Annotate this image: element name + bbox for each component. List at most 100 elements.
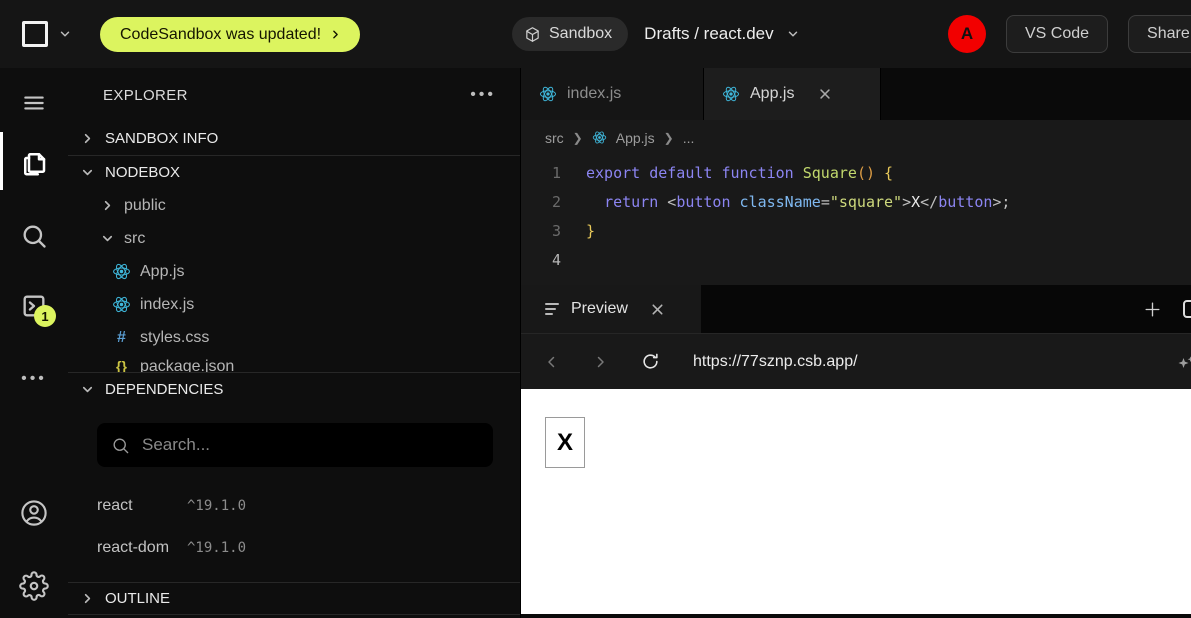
editor-breadcrumb[interactable]: src ❯ App.js ❯ ... — [521, 120, 1191, 155]
files-icon[interactable] — [0, 138, 68, 188]
tree-item-package-json[interactable]: {} package.json — [68, 354, 520, 372]
dependency-version: ^19.1.0 — [187, 498, 246, 514]
code-token: </ — [920, 193, 938, 211]
search-icon[interactable] — [0, 213, 68, 259]
section-label: NODEBOX — [105, 164, 180, 181]
code-token: X — [911, 193, 920, 211]
forward-button[interactable] — [583, 345, 617, 379]
code-token: > — [902, 193, 911, 211]
sandbox-badge-label: Sandbox — [549, 25, 612, 43]
search-icon — [111, 436, 130, 455]
terminal-icon[interactable]: 1 — [0, 283, 68, 329]
add-preview-icon[interactable] — [1143, 300, 1162, 319]
back-button[interactable] — [535, 345, 569, 379]
topbar-right: A VS Code Share — [948, 0, 1191, 68]
code-token: { — [884, 164, 893, 182]
react-file-icon — [112, 262, 131, 281]
share-button[interactable]: Share — [1128, 15, 1191, 53]
tree-item-label: App.js — [140, 263, 184, 281]
tree-item-index-js[interactable]: index.js — [68, 288, 520, 321]
close-icon[interactable] — [818, 87, 832, 101]
dependency-search — [97, 423, 493, 467]
workbench: index.js App.js src ❯ App.js ❯ ... 1expor… — [521, 68, 1191, 618]
code-token — [731, 193, 740, 211]
dependency-react[interactable]: react ^19.1.0 — [68, 485, 520, 527]
code-token: className — [740, 193, 821, 211]
line-number: 2 — [521, 193, 586, 211]
section-sandbox-info[interactable]: SANDBOX INFO — [68, 122, 520, 155]
dependency-search-input[interactable] — [142, 435, 479, 455]
chevron-down-icon — [100, 231, 115, 246]
update-banner-button[interactable]: CodeSandbox was updated! — [100, 17, 360, 52]
more-actions-icon[interactable]: ••• — [0, 356, 68, 402]
chevron-right-icon — [80, 131, 95, 146]
tree-item-public[interactable]: public — [68, 189, 520, 222]
settings-gear-icon[interactable] — [0, 563, 68, 609]
editor-tab-index-js[interactable]: index.js — [521, 68, 704, 120]
preview-url[interactable]: https://77sznp.csb.app/ — [693, 353, 1191, 371]
topbar-center: Sandbox Drafts / react.dev — [512, 0, 800, 68]
section-dependencies[interactable]: DEPENDENCIES — [68, 373, 520, 406]
code-token: button — [676, 193, 730, 211]
code-token — [586, 193, 604, 211]
terminal-badge: 1 — [34, 305, 56, 327]
tree-item-label: public — [124, 197, 166, 215]
vscode-button[interactable]: VS Code — [1006, 15, 1108, 53]
account-icon[interactable] — [0, 490, 68, 536]
section-label: DEPENDENCIES — [105, 381, 223, 398]
section-nodebox[interactable]: NODEBOX — [68, 156, 520, 189]
tree-item-app-js[interactable]: App.js — [68, 255, 520, 288]
section-outline[interactable]: OUTLINE — [68, 582, 520, 615]
workspace-menu[interactable] — [22, 0, 72, 68]
section-label: OUTLINE — [105, 590, 170, 607]
editor-tab-app-js[interactable]: App.js — [704, 68, 881, 120]
code-line-3: 3} — [521, 216, 1191, 245]
tree-item-label: index.js — [140, 296, 194, 314]
code-editor[interactable]: 1export default function Square() {2 ret… — [521, 155, 1191, 285]
code-token: () — [857, 164, 875, 182]
react-file-icon — [112, 295, 131, 314]
json-file-icon: {} — [112, 358, 131, 372]
react-file-icon — [722, 85, 740, 103]
close-icon[interactable] — [650, 302, 665, 317]
tree-item-styles-css[interactable]: #styles.css — [68, 321, 520, 354]
chevron-right-icon — [329, 28, 342, 41]
sparkles-icon[interactable] — [1176, 353, 1191, 373]
file-tree: public src App.js index.js #styles.css {} pack… — [68, 189, 520, 372]
tree-item-label: src — [124, 230, 145, 248]
line-number: 4 — [521, 251, 586, 269]
breadcrumb-file: App.js — [616, 130, 655, 146]
code-token: = — [821, 193, 830, 211]
avatar-letter: A — [961, 24, 973, 44]
preview-tab-label: Preview — [571, 300, 628, 318]
tab-label: index.js — [567, 85, 621, 103]
project-breadcrumb[interactable]: Drafts / react.dev — [644, 24, 799, 44]
explorer-panel: EXPLORER ••• SANDBOX INFO NODEBOX public… — [68, 68, 521, 618]
css-file-icon: # — [112, 329, 131, 347]
cube-icon — [524, 26, 541, 43]
dependency-react-dom[interactable]: react-dom^19.1.0 — [68, 527, 520, 569]
code-token: Square — [803, 164, 857, 182]
code-token: button — [938, 193, 992, 211]
tree-item-src[interactable]: src — [68, 222, 520, 255]
line-number: 3 — [521, 222, 586, 240]
tree-item-label: package.json — [140, 358, 234, 372]
square-button[interactable]: X — [545, 417, 585, 468]
preview-tab[interactable]: Preview — [521, 285, 701, 333]
update-banner-text: CodeSandbox was updated! — [120, 26, 321, 44]
refresh-icon[interactable] — [633, 345, 667, 379]
line-number: 1 — [521, 164, 586, 182]
code-line-2: 2 return <button className="square">X</b… — [521, 187, 1191, 216]
codesandbox-logo-icon — [22, 21, 48, 47]
dependency-name: react — [97, 497, 173, 515]
explorer-more-icon[interactable]: ••• — [470, 90, 496, 100]
chevron-right-icon — [80, 591, 95, 606]
code-token: export default — [586, 164, 721, 182]
layout-icon[interactable] — [1183, 300, 1191, 318]
preview-list-icon — [545, 303, 559, 315]
menu-icon[interactable] — [0, 80, 68, 126]
avatar[interactable]: A — [948, 15, 986, 53]
code-token: < — [667, 193, 676, 211]
breadcrumb-dir: src — [545, 130, 564, 146]
topbar: CodeSandbox was updated! Sandbox Drafts … — [0, 0, 1191, 68]
